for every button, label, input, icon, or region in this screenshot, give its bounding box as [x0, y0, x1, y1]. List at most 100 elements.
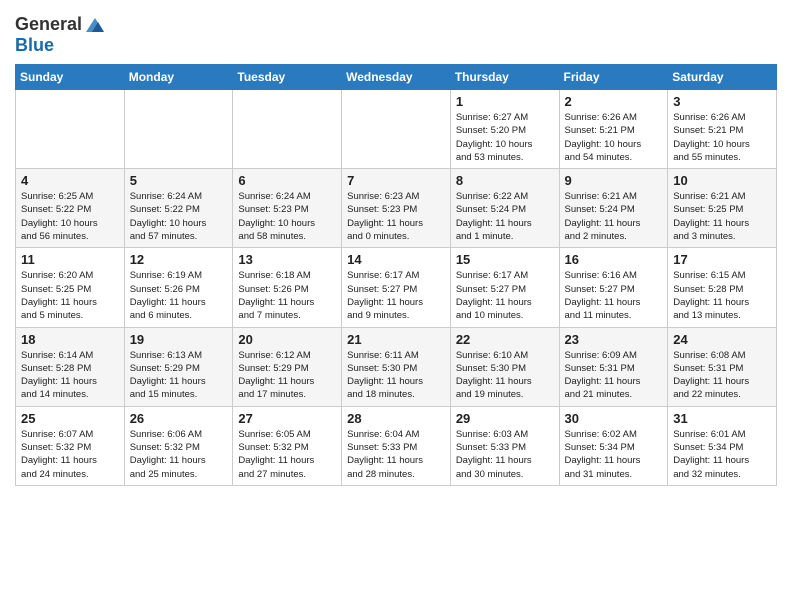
weekday-header-saturday: Saturday	[668, 65, 777, 90]
calendar-cell: 29 Sunrise: 6:03 AM Sunset: 5:33 PM Dayli…	[450, 406, 559, 485]
calendar-cell	[233, 90, 342, 169]
weekday-header-row: SundayMondayTuesdayWednesdayThursdayFrid…	[16, 65, 777, 90]
calendar-cell: 21 Sunrise: 6:11 AM Sunset: 5:30 PM Dayli…	[342, 327, 451, 406]
day-info: Sunrise: 6:24 AM Sunset: 5:22 PM Dayligh…	[130, 190, 228, 243]
calendar-cell: 3 Sunrise: 6:26 AM Sunset: 5:21 PM Daylig…	[668, 90, 777, 169]
day-info: Sunrise: 6:12 AM Sunset: 5:29 PM Dayligh…	[238, 349, 336, 402]
day-number: 30	[565, 411, 663, 426]
calendar-cell: 11 Sunrise: 6:20 AM Sunset: 5:25 PM Dayli…	[16, 248, 125, 327]
calendar-cell	[124, 90, 233, 169]
day-info: Sunrise: 6:22 AM Sunset: 5:24 PM Dayligh…	[456, 190, 554, 243]
logo-icon	[84, 14, 106, 36]
calendar-cell: 14 Sunrise: 6:17 AM Sunset: 5:27 PM Dayli…	[342, 248, 451, 327]
day-number: 8	[456, 173, 554, 188]
day-info: Sunrise: 6:13 AM Sunset: 5:29 PM Dayligh…	[130, 349, 228, 402]
day-info: Sunrise: 6:01 AM Sunset: 5:34 PM Dayligh…	[673, 428, 771, 481]
day-info: Sunrise: 6:07 AM Sunset: 5:32 PM Dayligh…	[21, 428, 119, 481]
calendar-cell: 6 Sunrise: 6:24 AM Sunset: 5:23 PM Daylig…	[233, 169, 342, 248]
day-info: Sunrise: 6:26 AM Sunset: 5:21 PM Dayligh…	[673, 111, 771, 164]
day-number: 11	[21, 252, 119, 267]
day-number: 26	[130, 411, 228, 426]
day-info: Sunrise: 6:20 AM Sunset: 5:25 PM Dayligh…	[21, 269, 119, 322]
day-number: 21	[347, 332, 445, 347]
calendar-cell: 1Sunrise: 6:27 AM Sunset: 5:20 PM Daylig…	[450, 90, 559, 169]
day-number: 20	[238, 332, 336, 347]
day-number: 27	[238, 411, 336, 426]
calendar-cell	[16, 90, 125, 169]
calendar-cell: 10Sunrise: 6:21 AM Sunset: 5:25 PM Dayli…	[668, 169, 777, 248]
header: General Blue	[15, 10, 777, 56]
day-number: 14	[347, 252, 445, 267]
day-number: 18	[21, 332, 119, 347]
day-info: Sunrise: 6:06 AM Sunset: 5:32 PM Dayligh…	[130, 428, 228, 481]
day-info: Sunrise: 6:11 AM Sunset: 5:30 PM Dayligh…	[347, 349, 445, 402]
calendar-cell: 28Sunrise: 6:04 AM Sunset: 5:33 PM Dayli…	[342, 406, 451, 485]
calendar-cell: 8 Sunrise: 6:22 AM Sunset: 5:24 PM Daylig…	[450, 169, 559, 248]
day-info: Sunrise: 6:17 AM Sunset: 5:27 PM Dayligh…	[347, 269, 445, 322]
logo: General Blue	[15, 14, 106, 56]
weekday-header-monday: Monday	[124, 65, 233, 90]
day-number: 28	[347, 411, 445, 426]
day-info: Sunrise: 6:19 AM Sunset: 5:26 PM Dayligh…	[130, 269, 228, 322]
day-number: 15	[456, 252, 554, 267]
day-number: 16	[565, 252, 663, 267]
day-number: 31	[673, 411, 771, 426]
calendar-cell: 23 Sunrise: 6:09 AM Sunset: 5:31 PM Dayli…	[559, 327, 668, 406]
day-info: Sunrise: 6:27 AM Sunset: 5:20 PM Dayligh…	[456, 111, 554, 164]
logo-general: General	[15, 15, 82, 35]
day-info: Sunrise: 6:03 AM Sunset: 5:33 PM Dayligh…	[456, 428, 554, 481]
day-info: Sunrise: 6:25 AM Sunset: 5:22 PM Dayligh…	[21, 190, 119, 243]
calendar-row-3: 11 Sunrise: 6:20 AM Sunset: 5:25 PM Dayli…	[16, 248, 777, 327]
calendar-row-2: 4 Sunrise: 6:25 AM Sunset: 5:22 PM Daylig…	[16, 169, 777, 248]
day-info: Sunrise: 6:02 AM Sunset: 5:34 PM Dayligh…	[565, 428, 663, 481]
day-info: Sunrise: 6:15 AM Sunset: 5:28 PM Dayligh…	[673, 269, 771, 322]
calendar-cell: 9 Sunrise: 6:21 AM Sunset: 5:24 PM Daylig…	[559, 169, 668, 248]
weekday-header-friday: Friday	[559, 65, 668, 90]
day-info: Sunrise: 6:17 AM Sunset: 5:27 PM Dayligh…	[456, 269, 554, 322]
day-info: Sunrise: 6:16 AM Sunset: 5:27 PM Dayligh…	[565, 269, 663, 322]
calendar-cell: 12Sunrise: 6:19 AM Sunset: 5:26 PM Dayli…	[124, 248, 233, 327]
calendar-cell: 20 Sunrise: 6:12 AM Sunset: 5:29 PM Dayli…	[233, 327, 342, 406]
calendar-row-5: 25Sunrise: 6:07 AM Sunset: 5:32 PM Dayli…	[16, 406, 777, 485]
calendar-cell: 5 Sunrise: 6:24 AM Sunset: 5:22 PM Daylig…	[124, 169, 233, 248]
calendar-cell: 2 Sunrise: 6:26 AM Sunset: 5:21 PM Daylig…	[559, 90, 668, 169]
weekday-header-thursday: Thursday	[450, 65, 559, 90]
calendar-cell: 27 Sunrise: 6:05 AM Sunset: 5:32 PM Dayli…	[233, 406, 342, 485]
day-info: Sunrise: 6:10 AM Sunset: 5:30 PM Dayligh…	[456, 349, 554, 402]
day-number: 13	[238, 252, 336, 267]
calendar-cell: 13Sunrise: 6:18 AM Sunset: 5:26 PM Dayli…	[233, 248, 342, 327]
day-info: Sunrise: 6:08 AM Sunset: 5:31 PM Dayligh…	[673, 349, 771, 402]
calendar-cell: 4 Sunrise: 6:25 AM Sunset: 5:22 PM Daylig…	[16, 169, 125, 248]
day-number: 29	[456, 411, 554, 426]
day-info: Sunrise: 6:24 AM Sunset: 5:23 PM Dayligh…	[238, 190, 336, 243]
day-info: Sunrise: 6:21 AM Sunset: 5:24 PM Dayligh…	[565, 190, 663, 243]
day-info: Sunrise: 6:23 AM Sunset: 5:23 PM Dayligh…	[347, 190, 445, 243]
day-info: Sunrise: 6:05 AM Sunset: 5:32 PM Dayligh…	[238, 428, 336, 481]
day-number: 7	[347, 173, 445, 188]
day-number: 19	[130, 332, 228, 347]
day-info: Sunrise: 6:26 AM Sunset: 5:21 PM Dayligh…	[565, 111, 663, 164]
day-number: 23	[565, 332, 663, 347]
day-info: Sunrise: 6:14 AM Sunset: 5:28 PM Dayligh…	[21, 349, 119, 402]
calendar-cell: 18 Sunrise: 6:14 AM Sunset: 5:28 PM Dayli…	[16, 327, 125, 406]
day-number: 24	[673, 332, 771, 347]
day-number: 9	[565, 173, 663, 188]
calendar-row-4: 18 Sunrise: 6:14 AM Sunset: 5:28 PM Dayli…	[16, 327, 777, 406]
calendar-cell: 26 Sunrise: 6:06 AM Sunset: 5:32 PM Dayli…	[124, 406, 233, 485]
day-info: Sunrise: 6:09 AM Sunset: 5:31 PM Dayligh…	[565, 349, 663, 402]
day-number: 22	[456, 332, 554, 347]
calendar-cell: 24 Sunrise: 6:08 AM Sunset: 5:31 PM Dayli…	[668, 327, 777, 406]
day-number: 3	[673, 94, 771, 109]
calendar-cell: 15 Sunrise: 6:17 AM Sunset: 5:27 PM Dayli…	[450, 248, 559, 327]
day-number: 5	[130, 173, 228, 188]
weekday-header-sunday: Sunday	[16, 65, 125, 90]
day-number: 4	[21, 173, 119, 188]
weekday-header-wednesday: Wednesday	[342, 65, 451, 90]
day-number: 17	[673, 252, 771, 267]
day-info: Sunrise: 6:21 AM Sunset: 5:25 PM Dayligh…	[673, 190, 771, 243]
day-number: 2	[565, 94, 663, 109]
calendar-cell: 31 Sunrise: 6:01 AM Sunset: 5:34 PM Dayli…	[668, 406, 777, 485]
calendar-cell: 16 Sunrise: 6:16 AM Sunset: 5:27 PM Dayli…	[559, 248, 668, 327]
day-number: 6	[238, 173, 336, 188]
calendar-cell: 7 Sunrise: 6:23 AM Sunset: 5:23 PM Daylig…	[342, 169, 451, 248]
